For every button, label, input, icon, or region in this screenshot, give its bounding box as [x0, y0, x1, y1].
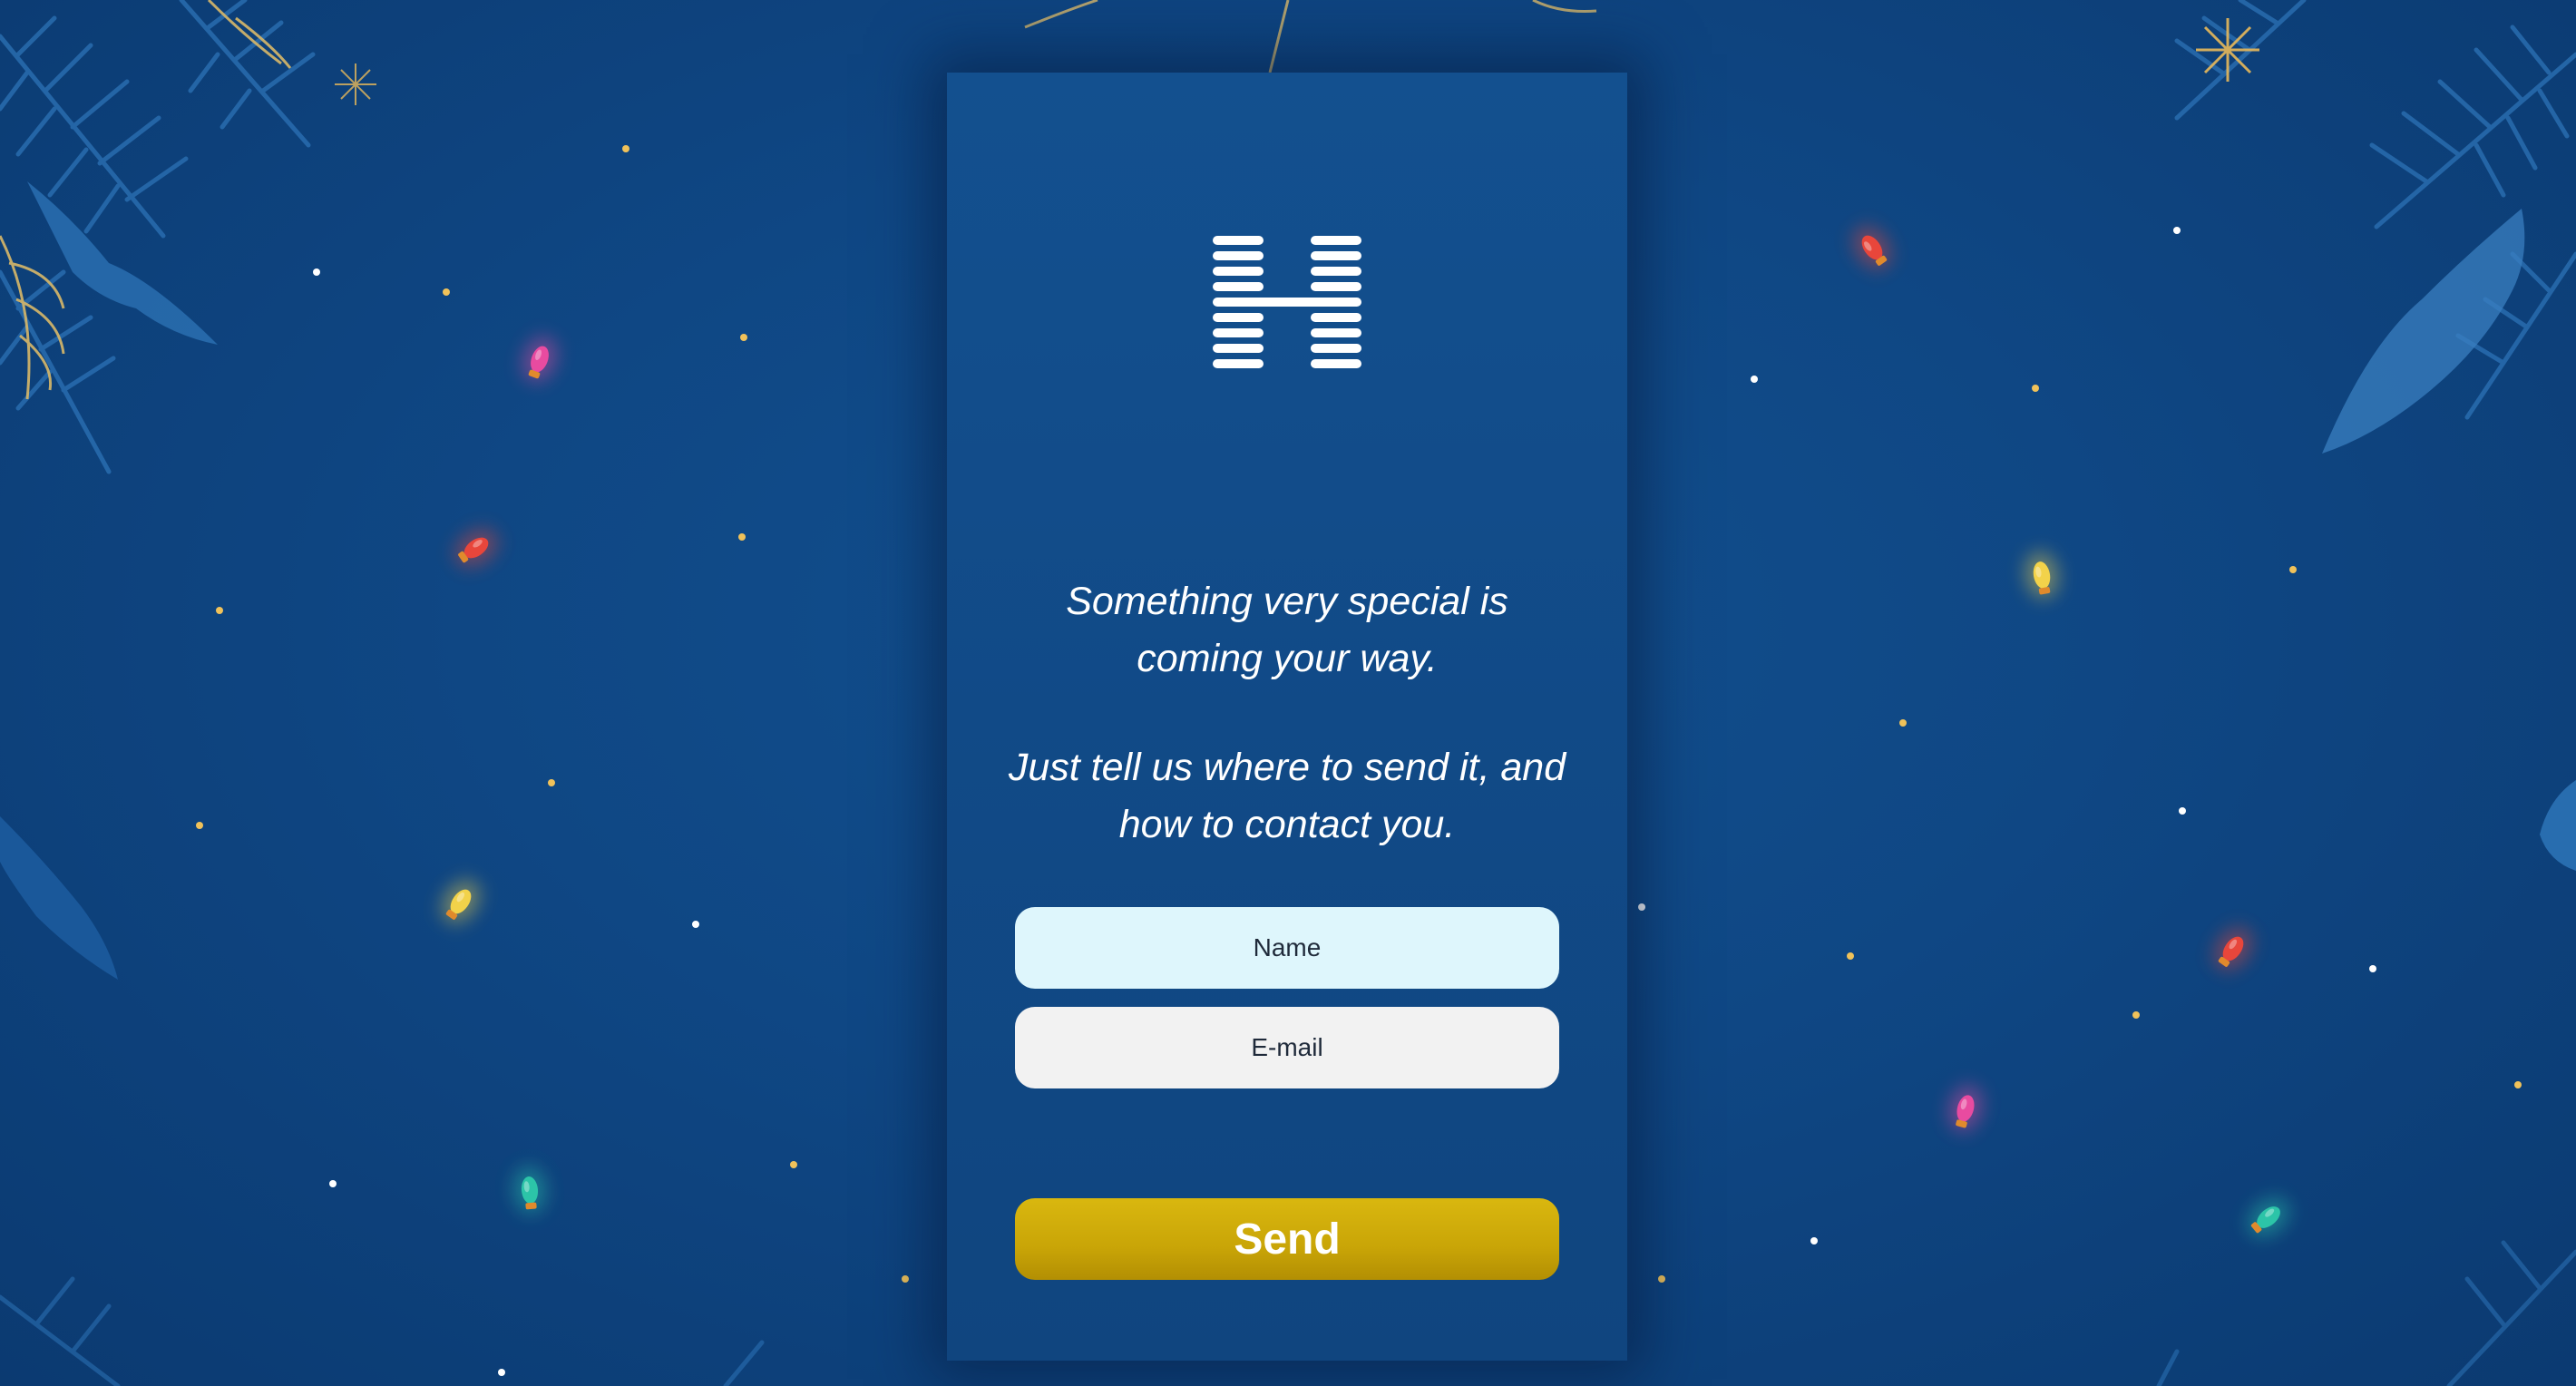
bulb-icon [447, 521, 504, 574]
bulb-icon [1944, 1081, 1987, 1136]
bulb-icon [434, 873, 487, 930]
signup-card: Something very special is coming your wa… [947, 73, 1627, 1361]
gold-leaves-top-center [1024, 0, 1597, 73]
gold-sparkle-star-left [335, 63, 376, 105]
holly-leaf-right [2322, 209, 2525, 454]
bulb-icon [2240, 1189, 2298, 1244]
pine-branch-top-left [0, 0, 316, 474]
instruction-message: Just tell us where to send it, and how t… [1008, 746, 1566, 846]
bulb-icon [516, 331, 563, 386]
striped-h-logo-icon [1213, 236, 1361, 368]
bulb-icon [2206, 920, 2259, 977]
bulb-icon [1845, 219, 1898, 276]
holly-leaf-left [27, 181, 218, 345]
holly-leaf-lower-left [0, 816, 118, 980]
email-input[interactable] [1015, 1007, 1559, 1088]
gold-sparkle-star-right [2196, 18, 2259, 82]
bulb-icon [512, 1166, 548, 1215]
name-input[interactable] [1015, 907, 1559, 989]
holly-leaf-right-edge [2540, 780, 2576, 871]
bulb-icon [2022, 549, 2062, 600]
teaser-message: Something very special is coming your wa… [1066, 580, 1508, 680]
send-button[interactable]: Send [1015, 1198, 1559, 1280]
